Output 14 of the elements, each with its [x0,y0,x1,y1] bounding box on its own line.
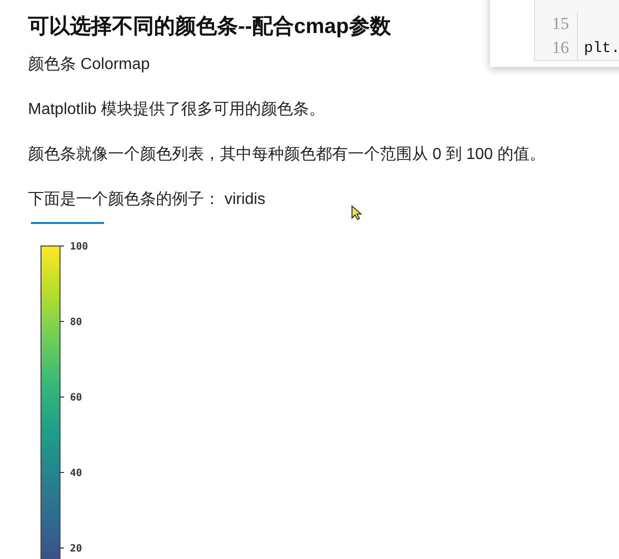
line-number: 15 [535,12,578,36]
tick-label: 60 [70,392,82,404]
tick-label: 20 [70,544,82,554]
paragraph: 下面是一个颜色条的例子： viridis [28,190,266,210]
line-number: 16 [535,36,578,60]
tick-label: 100 [70,242,88,252]
section-heading: 可以选择不同的颜色条--配合cmap参数 [28,14,391,40]
paragraph: 颜色条 Colormap [28,54,151,75]
tick-label: 40 [70,468,82,479]
paragraph: 颜色条就像一个颜色列表，其中每种颜色都有一个范围从 0 到 100 的值。 [28,144,546,165]
cursor-icon [351,205,362,220]
code-line: plt. [583,40,619,56]
tick-label: 80 [70,317,82,328]
paragraph: Matplotlib 模块提供了很多可用的颜色条。 [28,100,326,120]
